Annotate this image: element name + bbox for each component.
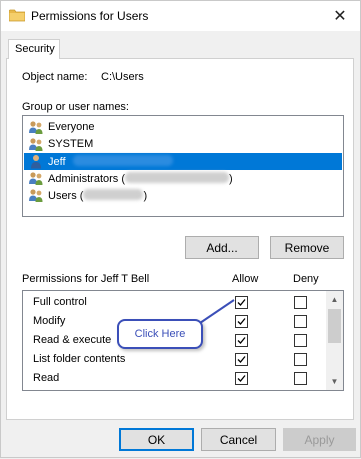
permission-name: Read <box>33 372 60 384</box>
scroll-up-arrow-icon[interactable]: ▲ <box>326 291 343 308</box>
list-item-suffix: ) <box>229 173 233 185</box>
apply-button[interactable]: Apply <box>283 428 356 451</box>
remove-button[interactable]: Remove <box>270 236 344 259</box>
ok-button[interactable]: OK <box>119 428 194 451</box>
permission-row-read: Read <box>23 369 323 388</box>
list-item-users[interactable]: Users () <box>24 187 342 204</box>
list-item-administrators[interactable]: Administrators () <box>24 170 342 187</box>
list-item-jeff[interactable]: Jeff <box>24 153 342 170</box>
permissions-dialog: Permissions for Users ✕ Security Object … <box>0 0 361 458</box>
tab-security[interactable]: Security <box>8 39 60 59</box>
folder-icon <box>9 9 25 22</box>
group-icon <box>29 189 43 202</box>
add-button[interactable]: Add... <box>185 236 259 259</box>
list-item-label: Everyone <box>48 121 95 133</box>
deny-checkbox-list-folder[interactable] <box>294 353 307 366</box>
check-icon <box>237 356 246 363</box>
allow-header: Allow <box>232 273 259 285</box>
deny-checkbox-read-execute[interactable] <box>294 334 307 347</box>
security-panel: Object name: C:\Users Group or user name… <box>6 58 354 420</box>
list-item-everyone[interactable]: Everyone <box>24 119 342 136</box>
permissions-scrollbar[interactable]: ▲ ▼ <box>326 291 343 390</box>
list-item-label: Administrators ( <box>48 173 126 185</box>
list-item-label: Jeff <box>48 156 66 168</box>
list-item-suffix: ) <box>143 190 148 202</box>
click-here-callout: Click Here <box>117 319 203 349</box>
close-button[interactable]: ✕ <box>320 1 360 31</box>
permissions-header: Permissions for Jeff T Bell <box>22 273 150 285</box>
permission-row-list-folder: List folder contents <box>23 350 323 369</box>
object-name-value: C:\Users <box>101 71 144 83</box>
permission-name: Modify <box>33 315 66 327</box>
deny-checkbox-full-control[interactable] <box>294 296 307 309</box>
list-item-label: SYSTEM <box>48 138 94 150</box>
check-icon <box>237 299 246 306</box>
redacted-text <box>83 189 144 200</box>
permission-name: Read & execute <box>33 334 112 346</box>
allow-checkbox-modify[interactable] <box>235 315 248 328</box>
group-user-list[interactable]: Everyone SYSTEM Jeff Administrators () … <box>22 115 344 217</box>
cancel-button[interactable]: Cancel <box>201 428 276 451</box>
title-bar: Permissions for Users ✕ <box>1 1 360 31</box>
redacted-text <box>125 172 230 183</box>
group-names-label: Group or user names: <box>22 101 129 113</box>
scroll-thumb[interactable] <box>328 309 341 343</box>
list-item-label: Users ( <box>48 190 84 202</box>
group-icon <box>29 172 43 185</box>
user-icon <box>31 155 41 169</box>
check-icon <box>237 318 246 325</box>
deny-checkbox-read[interactable] <box>294 372 307 385</box>
object-name-label: Object name: <box>22 71 88 83</box>
check-icon <box>237 337 246 344</box>
redacted-text <box>72 155 173 166</box>
window-title: Permissions for Users <box>31 9 149 23</box>
check-icon <box>237 375 246 382</box>
list-item-system[interactable]: SYSTEM <box>24 136 342 153</box>
permission-name: Full control <box>33 296 87 308</box>
dialog-footer: OK Cancel Apply <box>1 424 361 459</box>
deny-checkbox-modify[interactable] <box>294 315 307 328</box>
allow-checkbox-read-execute[interactable] <box>235 334 248 347</box>
deny-header: Deny <box>293 273 319 285</box>
group-icon <box>29 121 43 134</box>
permission-name: List folder contents <box>33 353 126 365</box>
scroll-down-arrow-icon[interactable]: ▼ <box>326 373 343 390</box>
allow-checkbox-read[interactable] <box>235 372 248 385</box>
allow-checkbox-list-folder[interactable] <box>235 353 248 366</box>
allow-checkbox-full-control[interactable] <box>235 296 248 309</box>
group-icon <box>29 138 43 151</box>
permission-row-full-control: Full control <box>23 293 323 312</box>
